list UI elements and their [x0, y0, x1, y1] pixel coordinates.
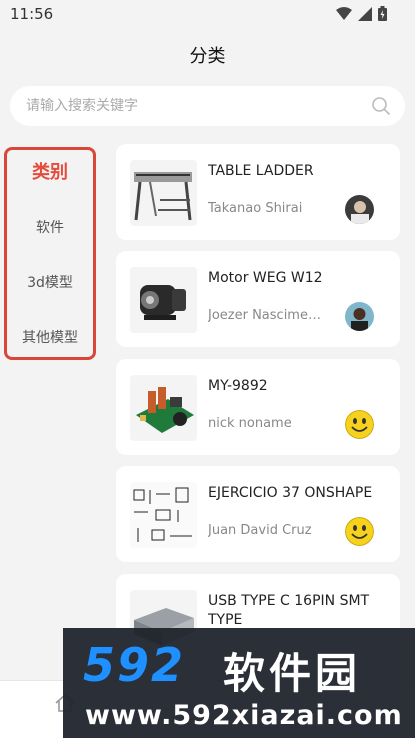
search-input[interactable]	[26, 86, 356, 126]
category-header[interactable]: 类别	[7, 158, 93, 184]
model-card[interactable]: EJERCICIO 37 ONSHAPE Juan David Cruz	[116, 466, 400, 562]
category-item-3d-model[interactable]: 3d模型	[7, 272, 93, 292]
circuit-board-thumbnail	[130, 375, 197, 441]
category-item-other-model[interactable]: 其他模型	[7, 327, 93, 347]
status-bar: 11:56	[0, 0, 415, 28]
user-photo-avatar	[345, 195, 374, 224]
table-ladder-thumbnail	[130, 160, 197, 226]
watermark-brand: 592	[83, 638, 186, 692]
status-time: 11:56	[10, 5, 54, 23]
card-title: EJERCICIO 37 ONSHAPE	[208, 485, 373, 501]
motor-thumbnail	[130, 267, 197, 333]
signal-icon	[358, 6, 372, 21]
status-icons	[336, 6, 387, 21]
user-photo-avatar	[345, 302, 374, 331]
wifi-icon	[336, 6, 352, 20]
card-title: MY-9892	[208, 378, 268, 394]
card-author: nick noname	[208, 416, 292, 431]
card-title: USB TYPE C 16PIN SMT TYPE	[208, 593, 370, 628]
model-card[interactable]: TABLE LADDER Takanao Shirai	[116, 144, 400, 240]
model-card[interactable]: Motor WEG W12 Joezer Nascimento	[116, 251, 400, 347]
smiley-avatar	[345, 517, 374, 546]
model-card[interactable]: MY-9892 nick noname	[116, 359, 400, 455]
watermark-name: 软件园	[223, 649, 362, 698]
battery-icon	[378, 6, 387, 21]
category-sidebar: 类别 软件 3d模型 其他模型	[4, 147, 96, 360]
card-author: Juan David Cruz	[208, 523, 312, 538]
page-title: 分类	[189, 46, 226, 67]
drawing-thumbnail	[130, 482, 197, 548]
card-title: Motor WEG W12	[208, 270, 323, 286]
search-bar[interactable]	[10, 86, 405, 126]
card-author: Joezer Nascimento	[208, 308, 326, 323]
search-icon[interactable]	[371, 96, 391, 116]
smiley-avatar	[345, 410, 374, 439]
card-author: Takanao Shirai	[208, 201, 303, 216]
card-title: TABLE LADDER	[208, 163, 314, 179]
watermark-url: www.592xiazai.com	[85, 700, 403, 731]
category-item-software[interactable]: 软件	[7, 217, 93, 237]
watermark-overlay: 592 软件园 www.592xiazai.com	[63, 628, 415, 738]
